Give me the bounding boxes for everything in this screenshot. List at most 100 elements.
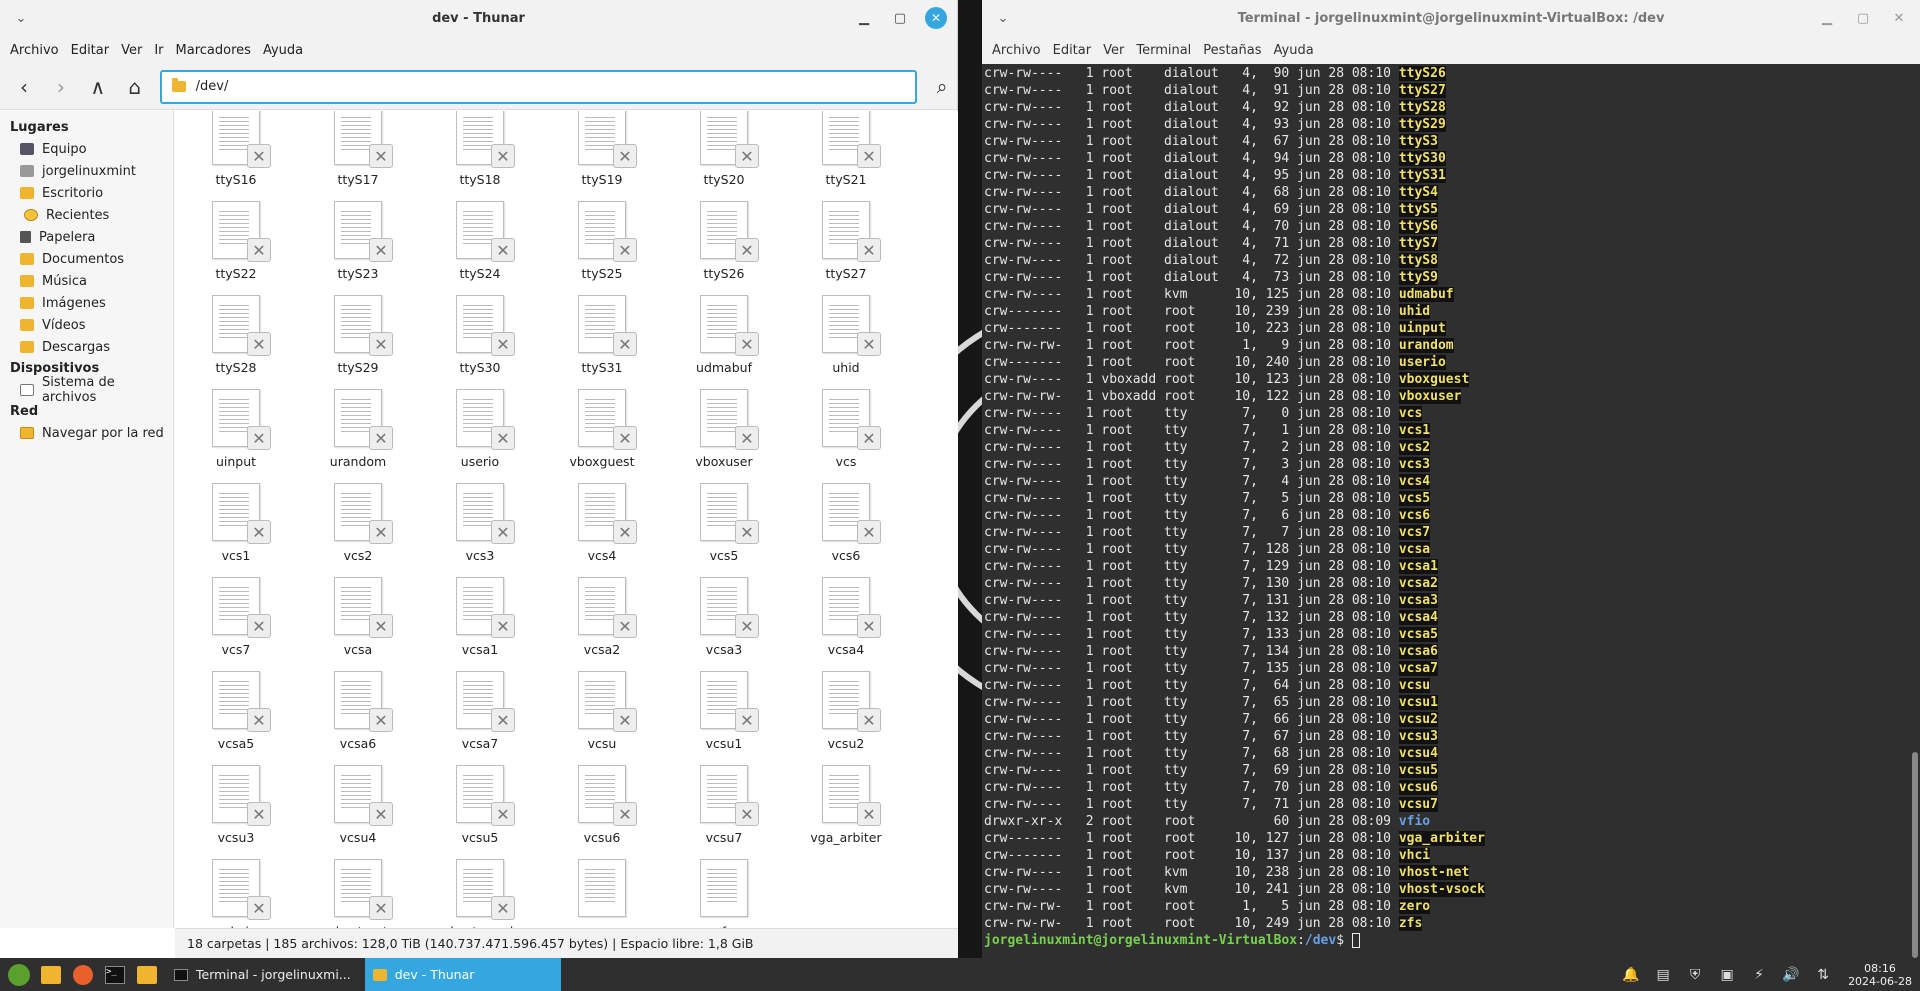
shield-icon[interactable]: ⛨ <box>1684 964 1706 986</box>
file-item[interactable]: ✕ vcs7 <box>175 563 297 657</box>
file-item[interactable]: ✕ vcsu <box>541 657 663 751</box>
file-item[interactable]: ✕ vcsu3 <box>175 751 297 845</box>
file-item[interactable]: ✕ udmabuf <box>663 281 785 375</box>
file-item[interactable]: ✕vhost-net <box>297 845 419 928</box>
terminal-titlebar[interactable]: ⌄ Terminal - jorgelinuxmint@jorgelinuxmi… <box>982 0 1920 36</box>
file-item[interactable]: ✕ userio <box>419 375 541 469</box>
file-item[interactable]: ✕ vcsu7 <box>663 751 785 845</box>
menu-ver[interactable]: Ver <box>115 43 148 58</box>
shell-prompt[interactable]: jorgelinuxmint@jorgelinuxmint-VirtualBox… <box>984 932 1908 949</box>
search-button[interactable]: ⌕ <box>927 72 957 102</box>
file-item[interactable]: ✕ vcs6 <box>785 469 907 563</box>
file-item[interactable]: ✕ ttyS16 <box>175 111 297 187</box>
file-item[interactable]: ✕ ttyS21 <box>785 111 907 187</box>
notifications-icon[interactable]: 🔔 <box>1620 964 1642 986</box>
file-item[interactable]: ✕ vcsa5 <box>175 657 297 751</box>
file-item[interactable]: ✕ vcs2 <box>297 469 419 563</box>
file-item[interactable]: ✕ vcs <box>785 375 907 469</box>
file-item[interactable]: ✕ ttyS28 <box>175 281 297 375</box>
maximize-button[interactable]: ▢ <box>889 7 911 29</box>
volume-icon[interactable]: 🔊 <box>1780 964 1802 986</box>
sidebar-item[interactable]: Imágenes <box>0 292 173 314</box>
close-button[interactable]: ✕ <box>925 7 947 29</box>
file-item[interactable]: ✕ ttyS25 <box>541 187 663 281</box>
file-item[interactable]: ✕ ttyS26 <box>663 187 785 281</box>
file-item[interactable]: zero <box>541 845 663 928</box>
menu-ayuda[interactable]: Ayuda <box>257 43 309 58</box>
file-item[interactable]: ✕ urandom <box>297 375 419 469</box>
file-item[interactable]: ✕ vcsu4 <box>297 751 419 845</box>
file-item[interactable]: ✕ ttyS18 <box>419 111 541 187</box>
file-item[interactable]: ✕ ttyS31 <box>541 281 663 375</box>
file-item[interactable]: ✕ ttyS30 <box>419 281 541 375</box>
file-item[interactable]: ✕ vcsu5 <box>419 751 541 845</box>
file-item[interactable]: ✕ vga_arbiter <box>785 751 907 845</box>
network-icon[interactable]: ⇅ <box>1812 964 1834 986</box>
file-item[interactable]: ✕ vcsu1 <box>663 657 785 751</box>
chevron-down-icon[interactable]: ⌄ <box>994 9 1012 27</box>
menu-archivo[interactable]: Archivo <box>4 43 65 58</box>
file-item[interactable]: ✕ vcsa3 <box>663 563 785 657</box>
file-item[interactable]: ✕ vboxguest <box>541 375 663 469</box>
file-item[interactable]: ✕ vcs3 <box>419 469 541 563</box>
file-item[interactable]: ✕ vcsu2 <box>785 657 907 751</box>
thunar-titlebar[interactable]: ⌄ dev - Thunar ▁ ▢ ✕ <box>0 0 957 36</box>
menu-terminal[interactable]: Terminal <box>1130 43 1197 58</box>
sidebar-item[interactable]: Música <box>0 270 173 292</box>
home-button[interactable]: ⌂ <box>121 73 149 101</box>
terminal-scrollbar[interactable] <box>1908 64 1920 958</box>
file-view[interactable]: ✕ ttyS16 ✕ ttyS17 ✕ ttyS18 ✕ ttyS19 ✕ ttyS20 ✕ ttyS… <box>175 111 958 928</box>
chevron-down-icon[interactable]: ⌄ <box>12 9 30 27</box>
scrollbar-thumb[interactable] <box>1912 752 1918 958</box>
clipboard-icon[interactable]: ▤ <box>1652 964 1674 986</box>
forward-button[interactable]: › <box>47 73 75 101</box>
sidebar-item[interactable]: Documentos <box>0 248 173 270</box>
file-item[interactable]: ✕ vcsa7 <box>419 657 541 751</box>
menu-ayuda[interactable]: Ayuda <box>1268 43 1320 58</box>
file-item[interactable]: ✕ vcsa6 <box>297 657 419 751</box>
file-item[interactable]: ✕ vcs4 <box>541 469 663 563</box>
menu-editar[interactable]: Editar <box>1047 43 1098 58</box>
display-icon[interactable]: ▣ <box>1716 964 1738 986</box>
task-terminal[interactable]: Terminal - jorgelinuxmi... <box>166 958 359 991</box>
menu-ir[interactable]: Ir <box>148 43 169 58</box>
file-item[interactable]: ✕ uinput <box>175 375 297 469</box>
file-item[interactable]: ✕vhci <box>175 845 297 928</box>
menu-archivo[interactable]: Archivo <box>986 43 1047 58</box>
file-item[interactable]: ✕ vcsa2 <box>541 563 663 657</box>
location-input[interactable]: /dev/ <box>159 69 918 104</box>
file-item[interactable]: ✕ ttyS23 <box>297 187 419 281</box>
file-item[interactable]: ✕ ttyS17 <box>297 111 419 187</box>
terminal-output[interactable]: crw-rw---- 1 root dialout 4, 90 jun 28 0… <box>982 64 1908 958</box>
file-item[interactable]: ✕ ttyS29 <box>297 281 419 375</box>
minimize-button[interactable]: ▁ <box>853 7 875 29</box>
maximize-button[interactable]: ▢ <box>1852 7 1874 29</box>
sidebar-item[interactable]: Descargas <box>0 336 173 358</box>
launcher-file-manager[interactable] <box>134 962 160 988</box>
sidebar-item[interactable]: Equipo <box>0 138 173 160</box>
sidebar-item[interactable]: Navegar por la red <box>0 422 173 444</box>
file-item[interactable]: ✕ ttyS22 <box>175 187 297 281</box>
task-thunar[interactable]: dev - Thunar <box>364 958 561 991</box>
file-item[interactable]: ✕ ttyS19 <box>541 111 663 187</box>
file-item[interactable]: ✕ ttyS20 <box>663 111 785 187</box>
file-item[interactable]: ✕ vcsa <box>297 563 419 657</box>
clock[interactable]: 08:16 2024-06-28 <box>1848 962 1912 988</box>
menu-pestanas[interactable]: Pestañas <box>1197 43 1267 58</box>
launcher-files[interactable] <box>38 962 64 988</box>
file-item[interactable]: ✕vhost-vsock <box>419 845 541 928</box>
sidebar-item[interactable]: Sistema de archivos <box>0 375 173 405</box>
sidebar-item[interactable]: jorgelinuxmint <box>0 160 173 182</box>
file-item[interactable]: ✕ vcsa4 <box>785 563 907 657</box>
file-item[interactable]: ✕ vcs1 <box>175 469 297 563</box>
file-item[interactable]: ✕ vcsa1 <box>419 563 541 657</box>
file-item[interactable]: ✕ ttyS27 <box>785 187 907 281</box>
menu-marcadores[interactable]: Marcadores <box>170 43 257 58</box>
menu-editar[interactable]: Editar <box>65 43 116 58</box>
start-menu-button[interactable] <box>6 962 32 988</box>
file-item[interactable]: ✕ uhid <box>785 281 907 375</box>
sidebar-item[interactable]: Recientes <box>0 204 173 226</box>
file-item[interactable]: ✕ vboxuser <box>663 375 785 469</box>
power-icon[interactable]: ⚡ <box>1748 964 1770 986</box>
minimize-button[interactable]: ▁ <box>1816 7 1838 29</box>
